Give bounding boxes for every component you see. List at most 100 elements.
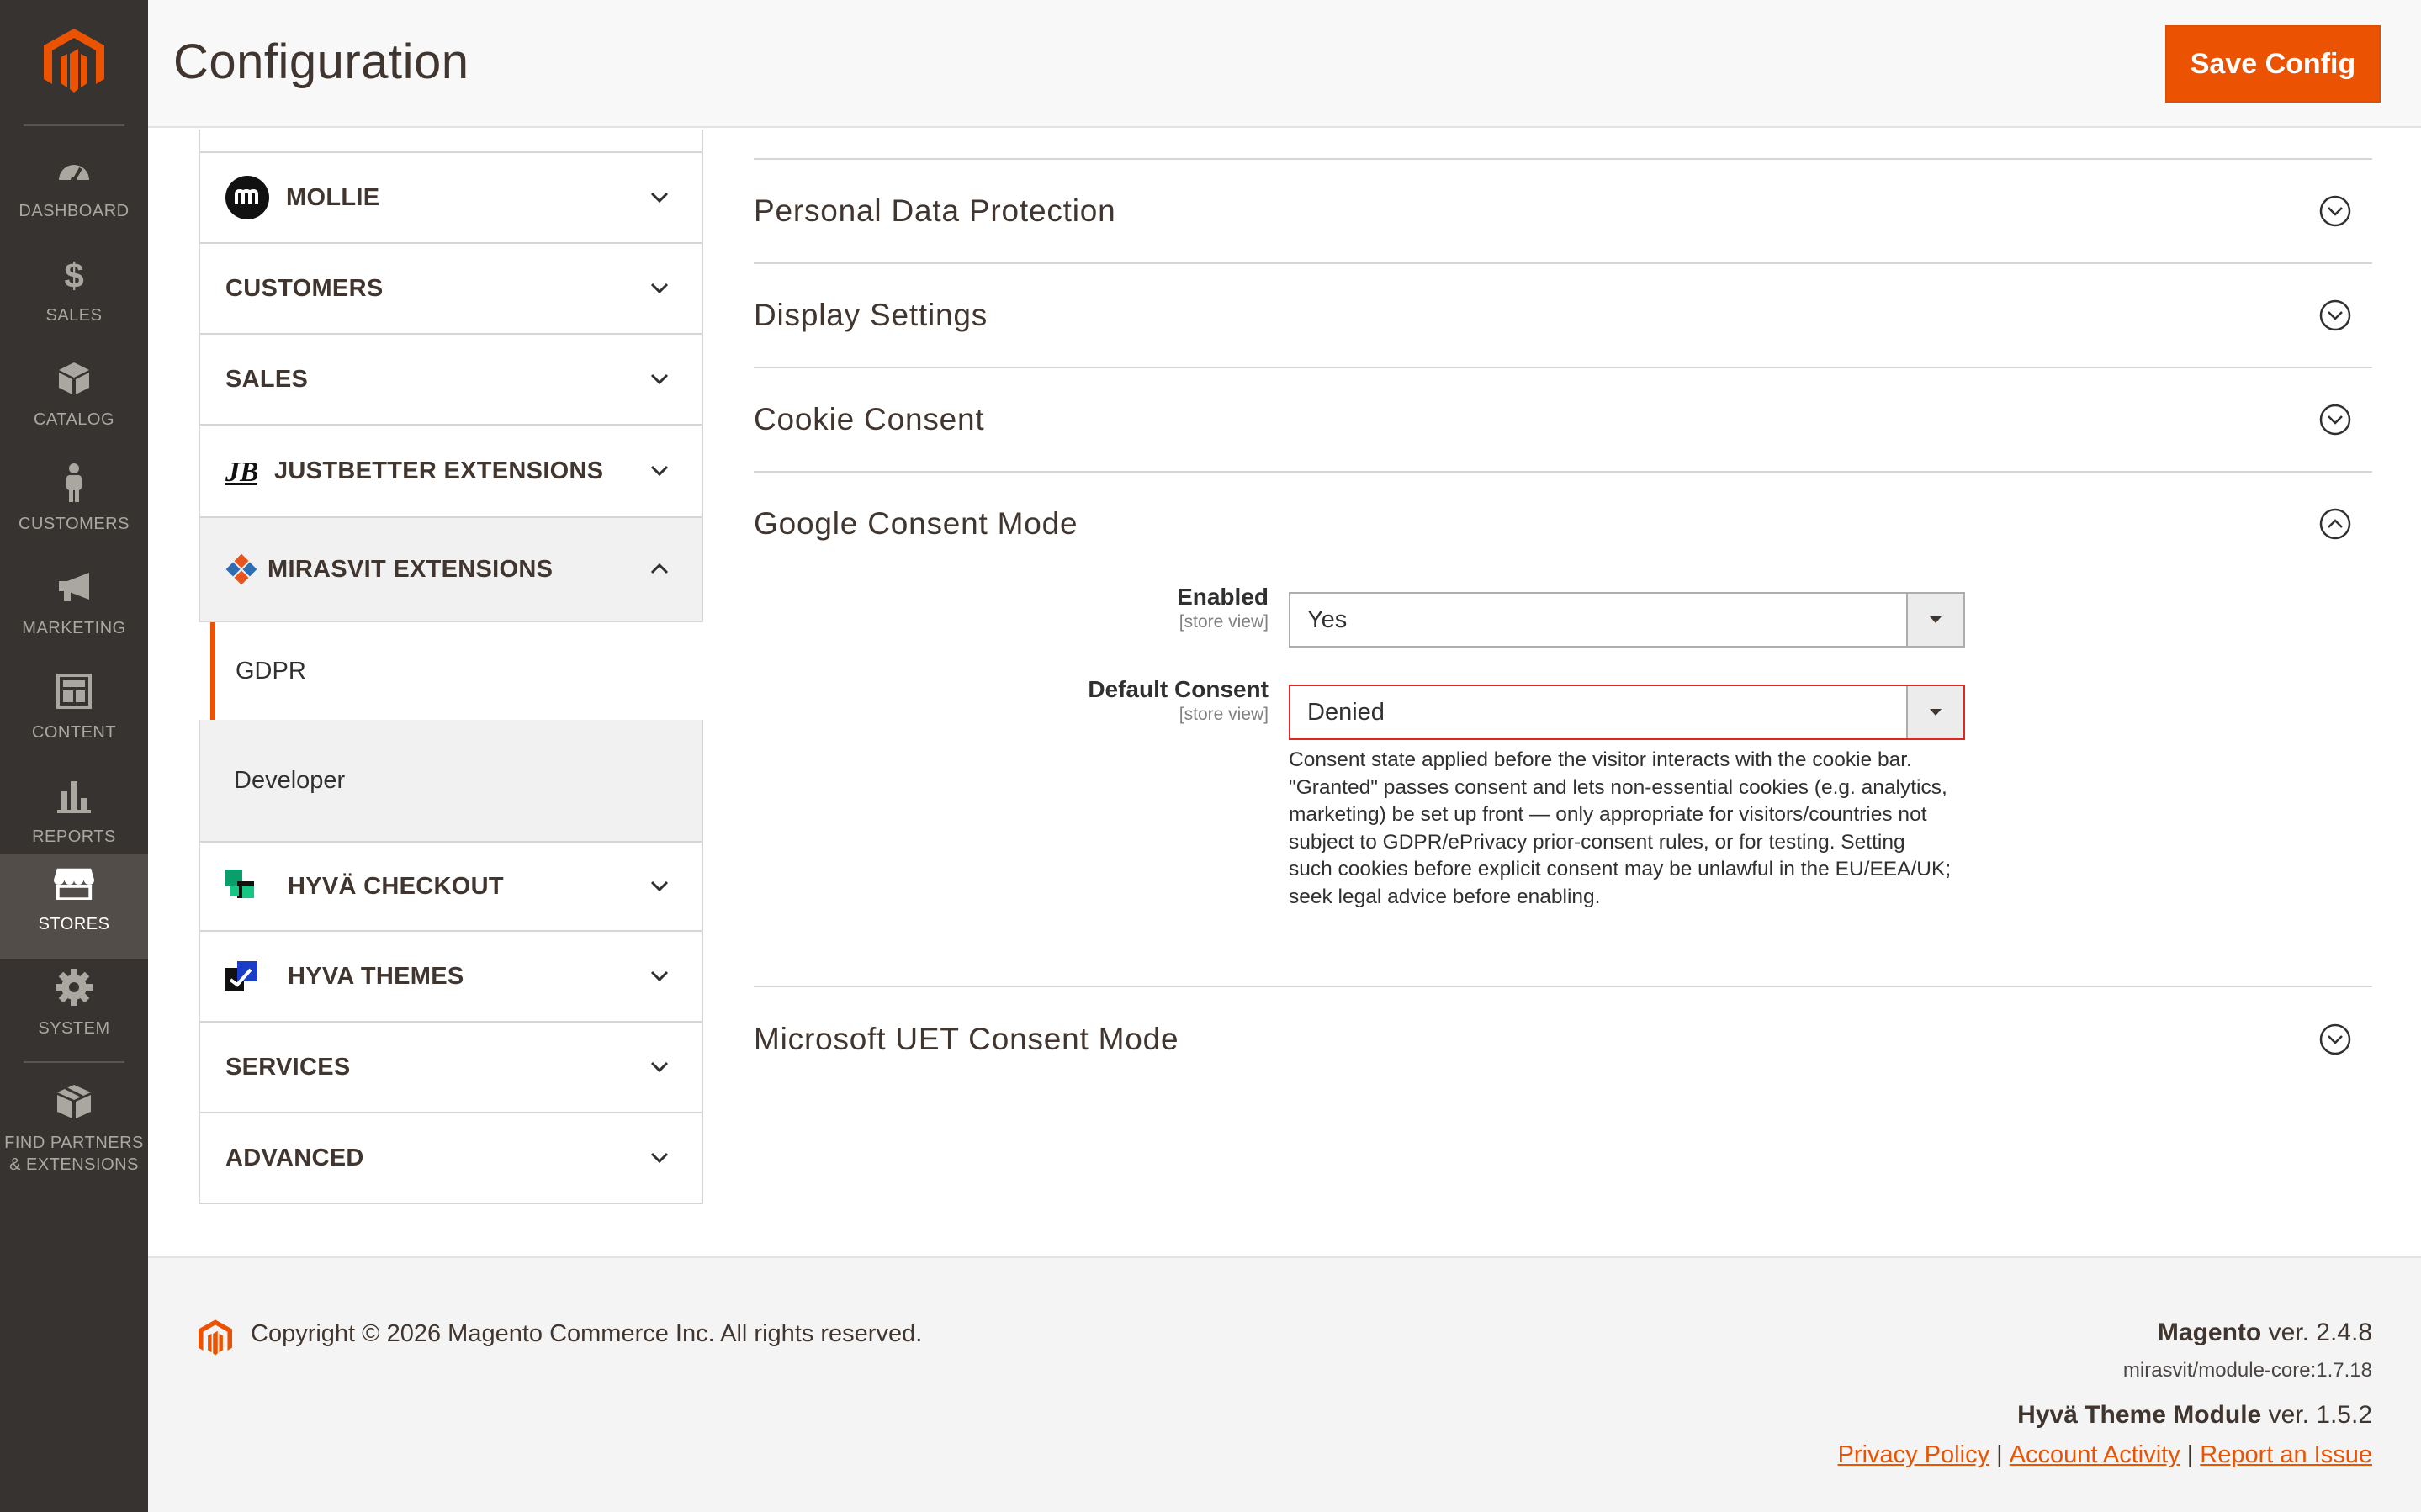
tab-hyva-themes[interactable]: HYVA THEMES: [199, 932, 703, 1023]
layout-icon: [54, 671, 94, 711]
menu-item-catalog[interactable]: CATALOG: [0, 350, 148, 454]
note-line: Consent state applied before the visitor…: [1289, 748, 1912, 771]
bar-chart-icon: [54, 775, 94, 816]
dropdown-arrow-icon: [1906, 686, 1963, 738]
chevron-down-icon: [650, 1152, 669, 1164]
menu-label: CATALOG: [33, 410, 115, 429]
chevron-down-icon: [650, 373, 669, 385]
dollar-icon: $: [54, 254, 94, 294]
note-line: seek legal advice before enabling.: [1289, 885, 1601, 908]
svg-text:$: $: [64, 256, 83, 293]
mollie-logo-icon: [225, 176, 269, 219]
menu-label: CONTENT: [31, 723, 117, 742]
section-cookie-consent[interactable]: Cookie Consent: [754, 367, 2372, 471]
magento-ver: ver. 2.4.8: [2261, 1319, 2372, 1346]
section-title: Google Consent Mode: [754, 506, 1078, 541]
page-header: Configuration Save Config: [148, 0, 2421, 128]
section-google-consent-mode[interactable]: Google Consent Mode: [754, 471, 2372, 575]
tab-previous-cut: [199, 130, 703, 153]
subtab-gdpr[interactable]: GDPR: [210, 622, 703, 720]
config-tabs: MOLLIE CUSTOMERS SALES JB JUSTBETTER EXT…: [199, 130, 703, 1204]
hyva-ver: ver. 1.5.2: [2261, 1401, 2372, 1429]
enabled-select[interactable]: Yes: [1289, 592, 1965, 648]
tab-label: HYVA THEMES: [288, 962, 464, 990]
page-title: Configuration: [173, 34, 469, 89]
menu-item-marketing[interactable]: MARKETING: [0, 558, 148, 663]
save-config-button[interactable]: Save Config: [2165, 25, 2381, 103]
expand-circle-icon: [2319, 299, 2351, 331]
person-icon: [54, 463, 94, 503]
field-label-text: Default Consent: [1088, 676, 1269, 702]
expand-circle-icon: [2319, 1023, 2351, 1055]
section-display-settings[interactable]: Display Settings: [754, 262, 2372, 367]
note-line: "Granted" passes consent and lets non-es…: [1289, 775, 1947, 799]
field-label-default-consent: Default Consent [store view]: [754, 676, 1269, 725]
chevron-up-icon: [650, 563, 669, 574]
section-microsoft-uet-consent-mode[interactable]: Microsoft UET Consent Mode: [754, 986, 2372, 1092]
default-consent-note: Consent state applied before the visitor…: [1289, 747, 1979, 911]
link-separator: |: [1996, 1441, 2003, 1468]
gear-icon: [54, 967, 94, 1007]
tab-customers[interactable]: CUSTOMERS: [199, 244, 703, 335]
chevron-down-icon: [650, 880, 669, 892]
expand-circle-icon: [2319, 404, 2351, 436]
tab-advanced[interactable]: ADVANCED: [199, 1113, 703, 1204]
menu-label: SALES: [45, 306, 103, 325]
menu-item-dashboard[interactable]: DASHBOARD: [0, 141, 148, 246]
copyright-text: Copyright © 2026 Magento Commerce Inc. A…: [251, 1320, 923, 1347]
menu-item-sales[interactable]: $ SALES: [0, 246, 148, 350]
hyva-name: Hyvä Theme Module: [2017, 1401, 2262, 1429]
section-title: Cookie Consent: [754, 402, 985, 436]
section-title: Microsoft UET Consent Mode: [754, 1022, 1179, 1056]
google-consent-mode-body: Enabled [store view] Yes Default Consent…: [754, 575, 2372, 986]
tab-hyva-checkout[interactable]: HYVÄ CHECKOUT: [199, 841, 703, 932]
menu-label: REPORTS: [32, 827, 116, 846]
mirasvit-logo-icon: [225, 547, 257, 591]
note-line: marketing) be set up front — only approp…: [1289, 803, 1927, 826]
menu-item-system[interactable]: SYSTEM: [0, 959, 148, 1063]
menu-label: MARKETING: [22, 619, 126, 637]
report-issue-link[interactable]: Report an Issue: [2200, 1441, 2372, 1468]
field-scope: [store view]: [1179, 612, 1269, 632]
page-footer: Copyright © 2026 Magento Commerce Inc. A…: [148, 1256, 2421, 1512]
tab-mollie[interactable]: MOLLIE: [199, 153, 703, 244]
default-consent-select[interactable]: Denied: [1289, 685, 1965, 740]
boxes-icon: [54, 1081, 94, 1122]
megaphone-icon: [54, 567, 94, 607]
menu-label: CUSTOMERS: [19, 515, 130, 533]
magento-logo-icon: [199, 1319, 232, 1356]
tab-label: SERVICES: [225, 1053, 351, 1081]
tab-label: ADVANCED: [225, 1144, 364, 1171]
menu-item-find-partners[interactable]: FIND PARTNERS & EXTENSIONS: [0, 1073, 148, 1199]
tab-services[interactable]: SERVICES: [199, 1023, 703, 1113]
field-scope: [store view]: [1179, 705, 1269, 724]
tab-label: HYVÄ CHECKOUT: [288, 872, 504, 900]
menu-label: DASHBOARD: [19, 202, 130, 220]
menu-item-stores[interactable]: STORES: [0, 854, 148, 959]
tab-mirasvit-extensions[interactable]: MIRASVIT EXTENSIONS: [199, 518, 703, 622]
admin-menu: DASHBOARD $ SALES CATALOG CUSTOMERS MARK…: [0, 0, 148, 1512]
tab-label: SALES: [225, 365, 309, 393]
subtab-developer[interactable]: Developer: [199, 720, 703, 841]
account-activity-link[interactable]: Account Activity: [2010, 1441, 2180, 1468]
chevron-down-icon: [650, 283, 669, 294]
menu-item-content[interactable]: CONTENT: [0, 663, 148, 767]
collapse-circle-icon: [2319, 508, 2351, 540]
menu-label: FIND PARTNERS & EXTENSIONS: [4, 1134, 144, 1174]
magento-name: Magento: [2157, 1319, 2262, 1346]
privacy-policy-link[interactable]: Privacy Policy: [1838, 1441, 1990, 1468]
main-content: MOLLIE CUSTOMERS SALES JB JUSTBETTER EXT…: [148, 130, 2421, 1256]
tab-sales[interactable]: SALES: [199, 335, 703, 426]
section-personal-data-protection[interactable]: Personal Data Protection: [754, 158, 2372, 262]
hyva-themes-logo-icon: [225, 954, 259, 998]
magento-logo-icon[interactable]: [44, 29, 104, 94]
menu-item-customers[interactable]: CUSTOMERS: [0, 454, 148, 558]
cube-icon: [54, 358, 94, 399]
footer-links: Privacy Policy | Account Activity | Report a…: [1838, 1441, 2372, 1469]
chevron-down-icon: [650, 465, 669, 477]
tab-justbetter-extensions[interactable]: JB JUSTBETTER EXTENSIONS: [199, 426, 703, 518]
jb-logo-icon: JB: [225, 449, 257, 493]
note-line: subject to GDPR/ePrivacy prior-consent r…: [1289, 830, 1905, 854]
chevron-down-icon: [650, 1061, 669, 1073]
config-sections: Personal Data Protection Display Setting…: [754, 130, 2372, 1092]
